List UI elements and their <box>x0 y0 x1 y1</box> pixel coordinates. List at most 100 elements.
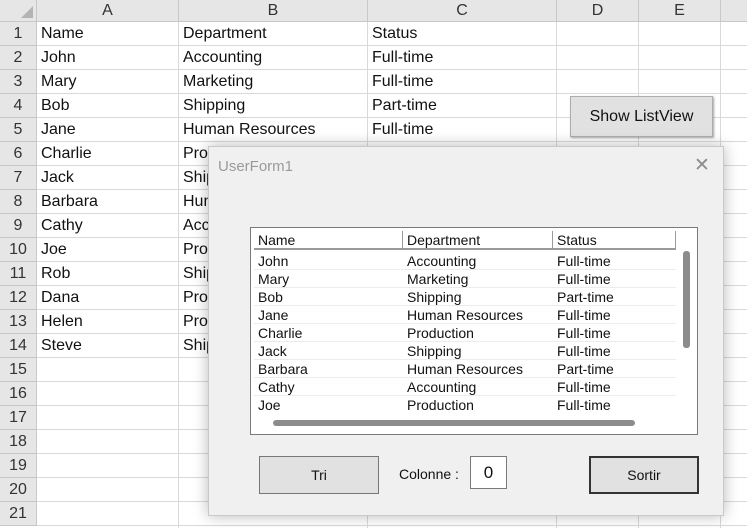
listview-cell: Production <box>407 397 474 413</box>
listview-header-name[interactable]: Name <box>254 231 403 250</box>
tri-button[interactable]: Tri <box>259 456 379 494</box>
listview-horizontal-scrollbar[interactable] <box>254 417 676 429</box>
listview-header-status[interactable]: Status <box>553 231 676 250</box>
listview-row[interactable]: Cathy Accounting Full-time <box>254 378 676 396</box>
listview-cell: Full-time <box>557 307 611 323</box>
row-header[interactable]: 2 <box>0 46 37 70</box>
cell[interactable]: Dana <box>37 286 179 310</box>
row-header[interactable]: 20 <box>0 478 37 502</box>
cell[interactable]: Charlie <box>37 142 179 166</box>
listview-cell: Accounting <box>407 379 477 395</box>
listview-cell: John <box>258 253 289 269</box>
listview-row[interactable]: Jack Shipping Full-time <box>254 342 676 360</box>
row-header[interactable]: 1 <box>0 22 37 46</box>
listview-row[interactable]: Bob Shipping Part-time <box>254 288 676 306</box>
cell[interactable]: Barbara <box>37 190 179 214</box>
column-header-e[interactable]: E <box>639 0 721 22</box>
row-header[interactable]: 10 <box>0 238 37 262</box>
listview-cell: Cathy <box>258 379 295 395</box>
cell[interactable]: Full-time <box>368 118 557 142</box>
column-header-a[interactable]: A <box>37 0 179 22</box>
listview-row[interactable]: Joe Production Full-time <box>254 396 676 413</box>
cell[interactable]: Joe <box>37 238 179 262</box>
colonne-input[interactable]: 0 <box>470 456 507 489</box>
listview-cell: Jane <box>258 307 289 323</box>
horizontal-scroll-thumb[interactable] <box>273 420 635 426</box>
cell[interactable]: Name <box>37 22 179 46</box>
column-header-f-partial[interactable] <box>721 0 747 22</box>
listview-cell: Joe <box>258 397 281 413</box>
cell[interactable]: Shipping <box>179 94 368 118</box>
cell[interactable]: Part-time <box>368 94 557 118</box>
listview-cell: Part-time <box>557 361 614 377</box>
column-header-c[interactable]: C <box>368 0 557 22</box>
listview-cell: Jack <box>258 343 287 359</box>
row-header[interactable]: 6 <box>0 142 37 166</box>
listview-row[interactable]: John Accounting Full-time <box>254 252 676 270</box>
row-header[interactable]: 18 <box>0 430 37 454</box>
select-all-corner[interactable] <box>0 0 37 22</box>
listview-cell: Shipping <box>407 289 462 305</box>
listview-vertical-scrollbar[interactable] <box>678 231 694 413</box>
listview-cell: Part-time <box>557 289 614 305</box>
listview-cell: Charlie <box>258 325 303 341</box>
listview-cell: Full-time <box>557 343 611 359</box>
cell[interactable]: Cathy <box>37 214 179 238</box>
row-header[interactable]: 13 <box>0 310 37 334</box>
cell[interactable]: Mary <box>37 70 179 94</box>
listview-cell: Full-time <box>557 325 611 341</box>
cell[interactable]: Human Resources <box>179 118 368 142</box>
cell[interactable]: Full-time <box>368 70 557 94</box>
cell[interactable]: Jane <box>37 118 179 142</box>
show-listview-button[interactable]: Show ListView <box>570 96 713 137</box>
cell[interactable]: Rob <box>37 262 179 286</box>
cell[interactable]: Helen <box>37 310 179 334</box>
listview-cell: Full-time <box>557 397 611 413</box>
cell[interactable]: John <box>37 46 179 70</box>
cell[interactable]: Department <box>179 22 368 46</box>
row-header[interactable]: 19 <box>0 454 37 478</box>
listview-cell: Barbara <box>258 361 308 377</box>
cell[interactable]: Steve <box>37 334 179 358</box>
userform-dialog: UserForm1 ✕ Name Department Status John A… <box>208 146 724 516</box>
listview-cell: Shipping <box>407 343 462 359</box>
row-header[interactable]: 5 <box>0 118 37 142</box>
row-header[interactable]: 12 <box>0 286 37 310</box>
row-header[interactable]: 17 <box>0 406 37 430</box>
row-header[interactable]: 11 <box>0 262 37 286</box>
row-header[interactable]: 4 <box>0 94 37 118</box>
listview-cell: Mary <box>258 271 290 287</box>
colonne-label: Colonne : <box>399 466 459 482</box>
row-header[interactable]: 15 <box>0 358 37 382</box>
row-header[interactable]: 7 <box>0 166 37 190</box>
vertical-scroll-thumb[interactable] <box>683 251 690 348</box>
cell[interactable]: Marketing <box>179 70 368 94</box>
listview-row[interactable]: Barbara Human Resources Part-time <box>254 360 676 378</box>
row-header[interactable]: 9 <box>0 214 37 238</box>
listview[interactable]: Name Department Status John Accounting Ful… <box>250 227 698 435</box>
column-header-b[interactable]: B <box>179 0 368 22</box>
listview-cell: Production <box>407 325 474 341</box>
form-title: UserForm1 <box>218 158 294 175</box>
sortir-button[interactable]: Sortir <box>589 456 699 494</box>
listview-row[interactable]: Charlie Production Full-time <box>254 324 676 342</box>
gridline <box>37 525 747 526</box>
row-header[interactable]: 14 <box>0 334 37 358</box>
listview-row[interactable]: Jane Human Resources Full-time <box>254 306 676 324</box>
row-header[interactable]: 16 <box>0 382 37 406</box>
cell[interactable]: Status <box>368 22 557 46</box>
row-header[interactable]: 3 <box>0 70 37 94</box>
row-header[interactable]: 21 <box>0 502 37 526</box>
listview-row[interactable]: Mary Marketing Full-time <box>254 270 676 288</box>
cell[interactable]: Full-time <box>368 46 557 70</box>
listview-cell: Marketing <box>407 271 469 287</box>
listview-header-department[interactable]: Department <box>403 231 553 250</box>
cell[interactable]: Jack <box>37 166 179 190</box>
listview-body[interactable]: Name Department Status John Accounting Ful… <box>254 231 676 413</box>
row-header[interactable]: 8 <box>0 190 37 214</box>
column-header-d[interactable]: D <box>557 0 639 22</box>
close-icon[interactable]: ✕ <box>691 155 713 177</box>
cell[interactable]: Bob <box>37 94 179 118</box>
cell[interactable]: Accounting <box>179 46 368 70</box>
listview-cell: Full-time <box>557 379 611 395</box>
